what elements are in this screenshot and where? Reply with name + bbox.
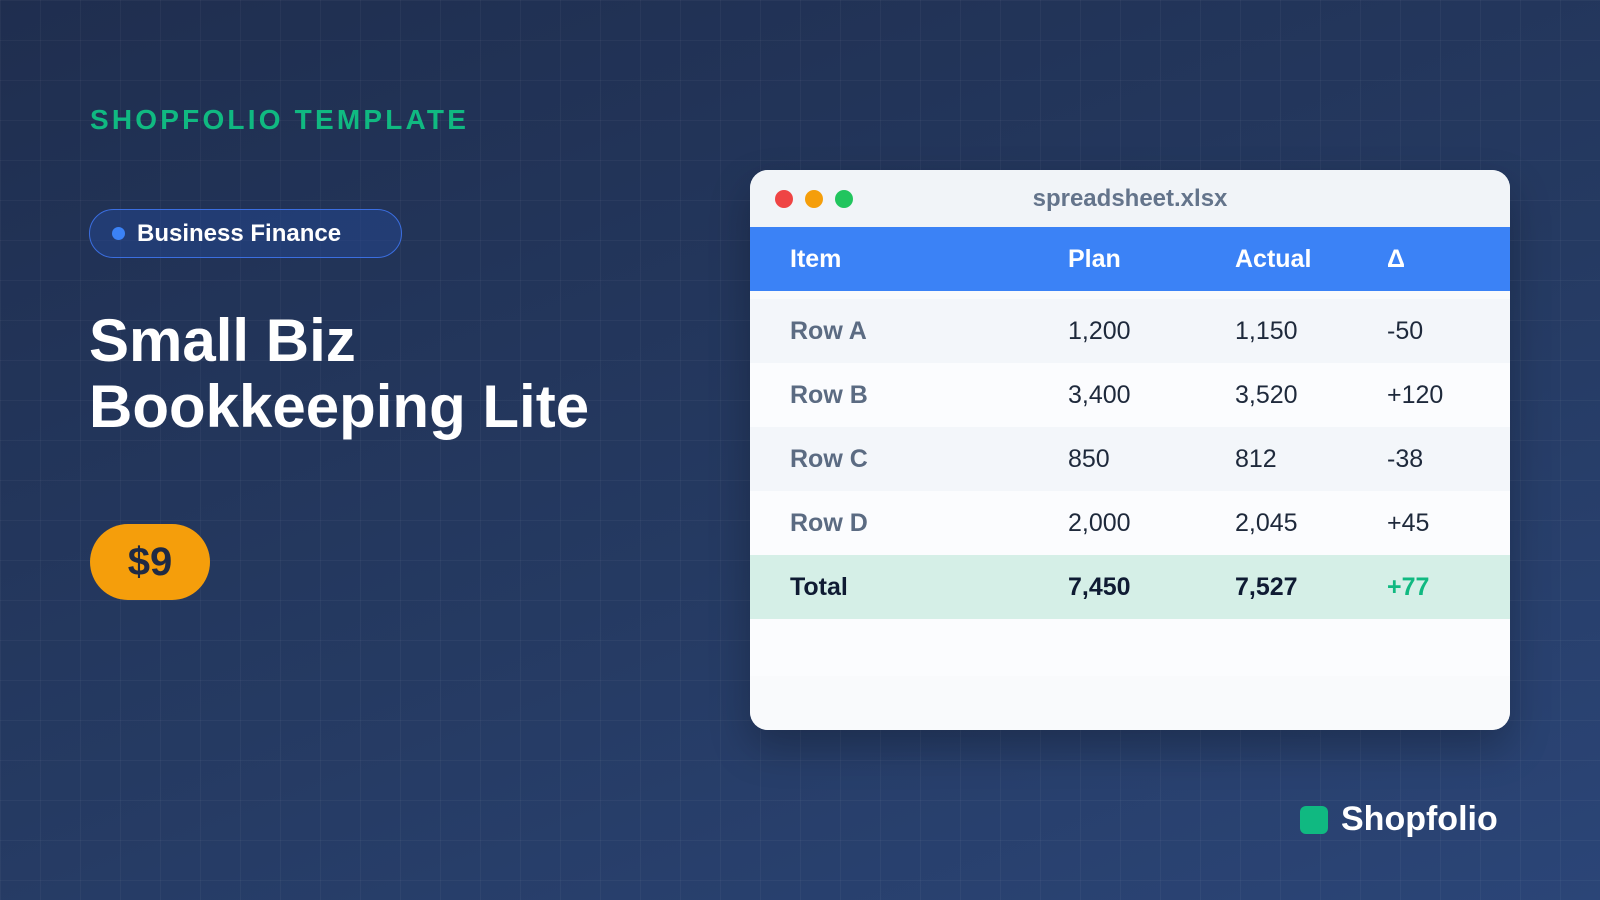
table-spacer (750, 291, 1510, 299)
cell-delta: -50 (1387, 316, 1424, 345)
price-badge: $9 (90, 524, 210, 600)
data-table: Item Plan Actual Δ Row A 1,200 1,150 -50… (750, 227, 1510, 730)
column-header-actual: Actual (1235, 244, 1312, 273)
cell-delta: -38 (1387, 444, 1424, 473)
category-label: Business Finance (137, 219, 342, 247)
empty-row (750, 676, 1510, 730)
close-window-icon[interactable] (775, 190, 793, 208)
minimize-window-icon[interactable] (805, 190, 823, 208)
brand-mark-icon (1300, 805, 1328, 834)
cell-plan: 1,200 (1068, 316, 1131, 345)
window-titlebar: spreadsheet.xlsx (750, 170, 1510, 227)
eyebrow-label: SHOPFOLIO TEMPLATE (90, 104, 470, 135)
title-line-1: Small Biz (89, 307, 356, 374)
cell-total-label: Total (790, 572, 848, 601)
table-row[interactable]: Row C 850 812 -38 (750, 427, 1510, 491)
window-controls (775, 190, 853, 208)
cell-actual: 812 (1235, 444, 1277, 473)
cell-plan: 3,400 (1068, 380, 1131, 409)
cell-total-delta: +77 (1387, 572, 1430, 601)
title-line-2: Bookkeeping Lite (89, 373, 590, 440)
empty-row (750, 619, 1510, 676)
cell-actual: 3,520 (1235, 380, 1298, 409)
cell-actual: 1,150 (1235, 316, 1298, 345)
cell-plan: 2,000 (1068, 508, 1131, 537)
cell-item: Row A (790, 316, 867, 345)
cell-plan: 850 (1068, 444, 1110, 473)
column-header-delta: Δ (1387, 244, 1405, 273)
cell-total-plan: 7,450 (1068, 572, 1131, 601)
table-row[interactable]: Row D 2,000 2,045 +45 (750, 491, 1510, 555)
cell-item: Row B (790, 380, 868, 409)
page-title: Small Biz Bookkeeping Lite (89, 308, 649, 440)
cell-item: Row D (790, 508, 868, 537)
table-row[interactable]: Row A 1,200 1,150 -50 (750, 299, 1510, 363)
column-header-plan: Plan (1068, 244, 1121, 273)
brand-logo: Shopfolio (1300, 800, 1498, 839)
table-row[interactable]: Row B 3,400 3,520 +120 (750, 363, 1510, 427)
window-filename: spreadsheet.xlsx (1032, 184, 1228, 212)
cell-delta: +120 (1387, 380, 1444, 409)
cell-total-actual: 7,527 (1235, 572, 1298, 601)
category-badge: Business Finance (89, 209, 402, 258)
cell-delta: +45 (1387, 508, 1430, 537)
dot-icon (112, 227, 125, 240)
spreadsheet-window: spreadsheet.xlsx Item Plan Actual Δ Row … (750, 170, 1510, 730)
total-row[interactable]: Total 7,450 7,527 +77 (750, 555, 1510, 619)
cell-actual: 2,045 (1235, 508, 1298, 537)
column-header-item: Item (790, 244, 842, 273)
maximize-window-icon[interactable] (835, 190, 853, 208)
cell-item: Row C (790, 444, 868, 473)
brand-name: Shopfolio (1341, 800, 1498, 838)
table-header-row: Item Plan Actual Δ (750, 227, 1510, 291)
